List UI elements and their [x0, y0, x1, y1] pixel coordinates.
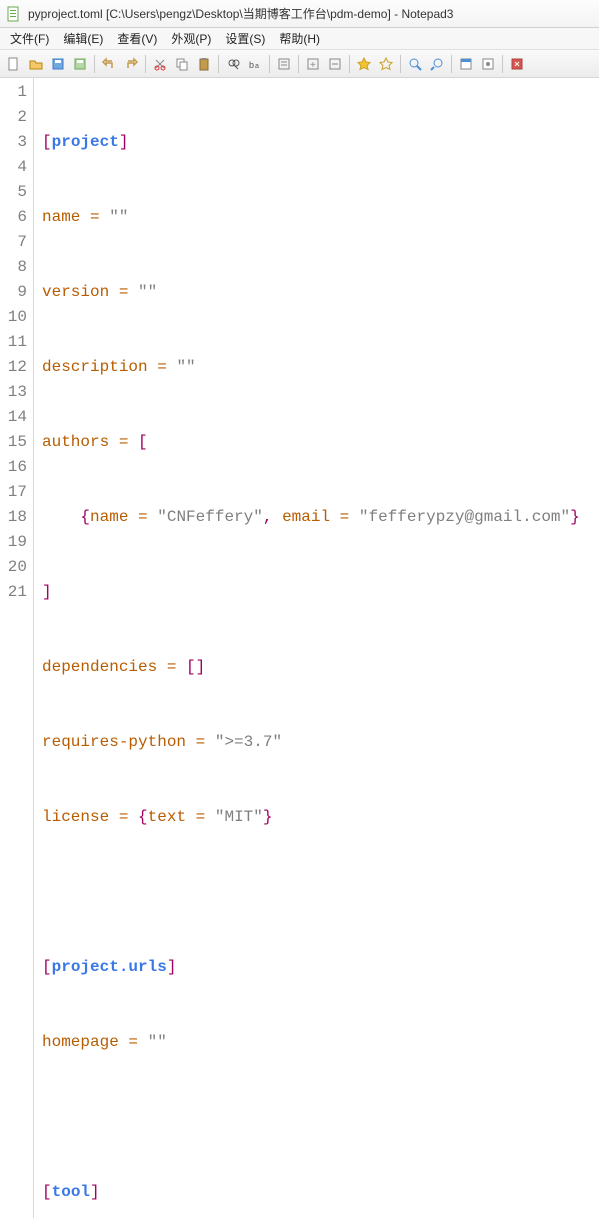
code-line[interactable]: description = "" — [42, 355, 599, 380]
svg-text:b: b — [249, 60, 254, 70]
line-number: 20 — [0, 555, 27, 580]
line-number: 9 — [0, 280, 27, 305]
undo-icon[interactable] — [99, 54, 119, 74]
line-number: 18 — [0, 505, 27, 530]
word-wrap-icon[interactable] — [274, 54, 294, 74]
bookmark-clear-icon[interactable] — [376, 54, 396, 74]
line-number: 16 — [0, 455, 27, 480]
toolbar-separator — [145, 55, 146, 73]
paste-icon[interactable] — [194, 54, 214, 74]
editor[interactable]: 1 2 3 4 5 6 7 8 9 10 11 12 13 14 15 16 1… — [0, 78, 599, 1218]
code-line[interactable]: dependencies = [] — [42, 655, 599, 680]
code-line[interactable]: homepage = "" — [42, 1030, 599, 1055]
line-number: 8 — [0, 255, 27, 280]
replace-icon[interactable]: ba — [245, 54, 265, 74]
save-icon[interactable] — [48, 54, 68, 74]
search-back-icon[interactable] — [427, 54, 447, 74]
app-icon — [6, 6, 22, 22]
toolbar-separator — [502, 55, 503, 73]
line-number: 4 — [0, 155, 27, 180]
line-number: 19 — [0, 530, 27, 555]
code-line[interactable]: [tool] — [42, 1180, 599, 1205]
window-title: pyproject.toml [C:\Users\pengz\Desktop\当… — [28, 5, 454, 22]
toolbar-separator — [349, 55, 350, 73]
toolbar-separator — [451, 55, 452, 73]
code-line[interactable]: authors = [ — [42, 430, 599, 455]
code-line[interactable]: [project.urls] — [42, 955, 599, 980]
scheme-icon[interactable] — [456, 54, 476, 74]
toolbar-separator — [218, 55, 219, 73]
menu-view[interactable]: 查看(V) — [111, 28, 163, 49]
line-number: 7 — [0, 230, 27, 255]
new-file-icon[interactable] — [4, 54, 24, 74]
line-number: 5 — [0, 180, 27, 205]
menu-appearance[interactable]: 外观(P) — [165, 28, 217, 49]
line-number: 12 — [0, 355, 27, 380]
line-number: 11 — [0, 330, 27, 355]
settings-icon[interactable] — [478, 54, 498, 74]
line-number: 1 — [0, 80, 27, 105]
code-line[interactable] — [42, 880, 599, 905]
toolbar-separator — [400, 55, 401, 73]
open-file-icon[interactable] — [26, 54, 46, 74]
svg-text:a: a — [255, 63, 259, 70]
find-icon[interactable] — [223, 54, 243, 74]
cut-icon[interactable] — [150, 54, 170, 74]
line-number-gutter: 1 2 3 4 5 6 7 8 9 10 11 12 13 14 15 16 1… — [0, 78, 34, 1218]
titlebar: pyproject.toml [C:\Users\pengz\Desktop\当… — [0, 0, 599, 28]
code-line[interactable]: requires-python = ">=3.7" — [42, 730, 599, 755]
menu-help[interactable]: 帮助(H) — [273, 28, 326, 49]
save-as-icon[interactable] — [70, 54, 90, 74]
zoom-out-icon[interactable] — [325, 54, 345, 74]
line-number: 6 — [0, 205, 27, 230]
line-number: 10 — [0, 305, 27, 330]
toolbar: ba + — [0, 50, 599, 78]
svg-text:+: + — [310, 60, 316, 71]
line-number: 2 — [0, 105, 27, 130]
line-number: 15 — [0, 430, 27, 455]
menu-edit[interactable]: 编辑(E) — [57, 28, 109, 49]
redo-icon[interactable] — [121, 54, 141, 74]
code-line[interactable] — [42, 1105, 599, 1130]
line-number: 3 — [0, 130, 27, 155]
code-line[interactable]: [project] — [42, 130, 599, 155]
search-icon[interactable] — [405, 54, 425, 74]
menu-settings[interactable]: 设置(S) — [219, 28, 271, 49]
line-number: 13 — [0, 380, 27, 405]
code-area[interactable]: [project] name = "" version = "" descrip… — [34, 78, 599, 1218]
code-line[interactable]: name = "" — [42, 205, 599, 230]
copy-icon[interactable] — [172, 54, 192, 74]
toolbar-separator — [94, 55, 95, 73]
toolbar-separator — [298, 55, 299, 73]
code-line[interactable]: ] — [42, 580, 599, 605]
line-number: 17 — [0, 480, 27, 505]
code-line[interactable]: {name = "CNFeffery", email = "fefferypzy… — [42, 505, 599, 530]
line-number: 14 — [0, 405, 27, 430]
zoom-in-icon[interactable]: + — [303, 54, 323, 74]
toolbar-separator — [269, 55, 270, 73]
bookmark-add-icon[interactable] — [354, 54, 374, 74]
menu-file[interactable]: 文件(F) — [4, 28, 55, 49]
line-number: 21 — [0, 580, 27, 605]
menubar: 文件(F) 编辑(E) 查看(V) 外观(P) 设置(S) 帮助(H) — [0, 28, 599, 50]
exit-icon[interactable] — [507, 54, 527, 74]
code-line[interactable]: license = {text = "MIT"} — [42, 805, 599, 830]
code-line[interactable]: version = "" — [42, 280, 599, 305]
